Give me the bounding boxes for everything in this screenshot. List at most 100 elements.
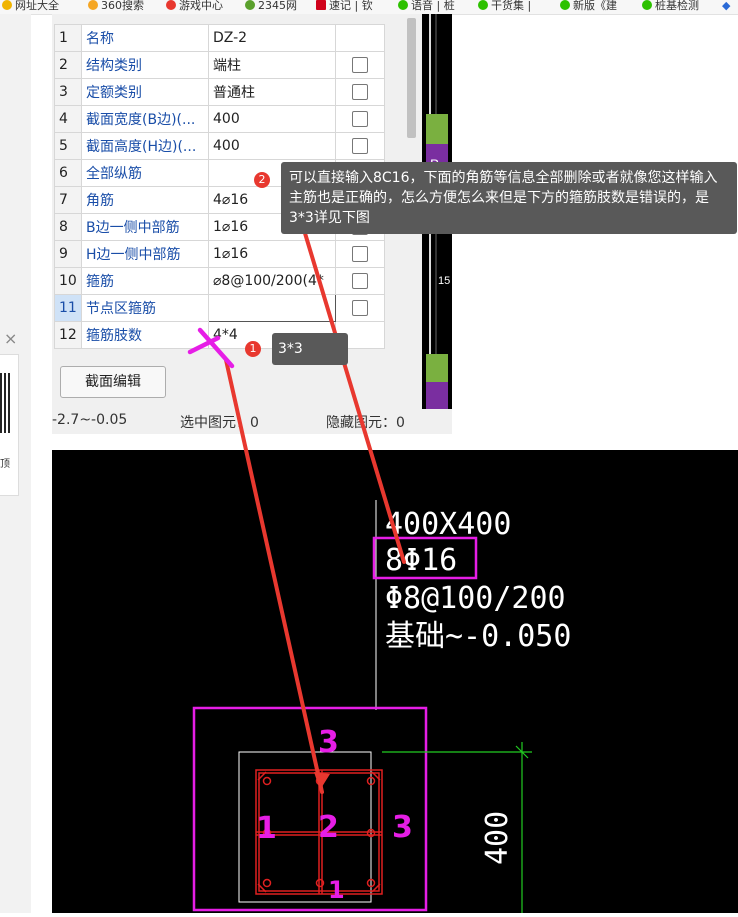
site-2345-icon [245,0,255,10]
bookmark-2345[interactable]: 2345网 [245,0,297,14]
row-number: 12 [54,321,82,349]
property-value[interactable]: 普通柱 [208,78,336,106]
property-name: 箍筋肢数 [81,321,209,349]
property-name: 结构类别 [81,51,209,79]
bookmarks-bar: 网址大全 360搜索 游戏中心 2345网 速记 | 钦 语音 | 桩 干货集 … [0,0,738,15]
row-number: 11 [54,294,82,322]
property-name: B边一侧中部筋 [81,213,209,241]
property-name: 名称 [81,24,209,52]
left-side-panel: × 顶 [0,14,31,913]
web-nav-icon [2,0,12,10]
status-elevation-range: -2.7~-0.05 [52,412,128,428]
property-value[interactable]: DZ-2 [208,24,336,52]
game-icon [166,0,176,10]
qr-code-card: 顶 [0,354,19,496]
property-value[interactable]: 400 [208,105,336,133]
hand-mark-2-center: 2 [318,810,339,845]
property-attach-cell [335,105,385,133]
property-name: 角筋 [81,186,209,214]
search-360-icon [88,0,98,10]
annotation-tooltip-2: 可以直接输入8C16，下面的角筋等信息全部删除或者就像您这样输入主筋也是正确的，… [281,162,737,234]
bookmark-dry-goods[interactable]: 干货集 | [478,0,531,14]
strip-purple-block-bottom [426,382,448,409]
bookmark-overflow-icon[interactable]: ◆ [722,0,730,14]
bookmark-note[interactable]: 速记 | 钦 [316,0,373,14]
property-attach-cell [335,78,385,106]
note-icon [316,0,326,10]
row-number: 3 [54,78,82,106]
property-attach-cell [335,240,385,268]
column-section-drawing: 400X400 8Φ16 Φ8@100/200 基础~-0.050 400 3 … [192,500,571,913]
property-row[interactable]: 4 截面宽度(B边)(... 400 [54,105,385,133]
stirrup-label: Φ8@100/200 [385,581,566,616]
strip-label-15: 15 [438,275,450,287]
property-value[interactable]: ⌀8@100/200(4* [208,267,336,295]
hand-mark-1-bottom: 1 [328,876,345,904]
property-value[interactable]: 1⌀16 [208,240,336,268]
annotation-badge-1: 1 [245,341,261,357]
property-attach-cell [335,24,385,52]
annotation-badge-2: 2 [254,172,270,188]
section-highlight-box [192,706,428,912]
attach-checkbox[interactable] [352,57,368,73]
property-name: 截面宽度(B边)(... [81,105,209,133]
bookmark-360-search[interactable]: 360搜索 [88,0,144,14]
row-number: 9 [54,240,82,268]
main-rebar-label: 8Φ16 [385,543,457,578]
attach-checkbox[interactable] [352,300,368,316]
property-row[interactable]: 10 箍筋 ⌀8@100/200(4* [54,267,385,295]
property-row[interactable]: 11 节点区箍筋 [54,294,385,322]
elevation-label: 基础~-0.050 [385,619,571,654]
property-row[interactable]: 5 截面高度(H边)(... 400 [54,132,385,160]
property-name: 截面高度(H边)(... [81,132,209,160]
property-value[interactable]: 端柱 [208,51,336,79]
property-attach-cell [335,294,385,322]
attach-checkbox[interactable] [352,111,368,127]
bookmark-new-edition[interactable]: 新版《建 [560,0,617,14]
status-hidden-count: 隐藏图元：0 [326,415,405,431]
property-attach-cell [335,132,385,160]
rebar-dot [262,776,272,786]
row-number: 4 [54,105,82,133]
hand-mark-3-top: 3 [318,725,339,760]
wechat-icon [398,0,408,10]
property-row[interactable]: 9 H边一侧中部筋 1⌀16 [54,240,385,268]
hand-mark-3-right: 3 [392,810,413,845]
property-attach-cell [335,267,385,295]
bookmark-web-nav[interactable]: 网址大全 [2,0,59,14]
cad-drawing-area: 400X400 8Φ16 Φ8@100/200 基础~-0.050 400 3 … [52,450,738,913]
property-name: H边一侧中部筋 [81,240,209,268]
dimension-400-label: 400 [480,811,515,865]
property-row[interactable]: 1 名称 DZ-2 [54,24,385,52]
bookmark-pile-test[interactable]: 桩基检测 [642,0,699,14]
wechat-icon [478,0,488,10]
property-name: 箍筋 [81,267,209,295]
annotation-tooltip-1: 3*3 [272,333,348,365]
scrollbar-thumb[interactable] [407,18,416,138]
property-name: 定额类别 [81,78,209,106]
close-icon[interactable]: × [4,329,17,348]
row-number: 5 [54,132,82,160]
attach-checkbox[interactable] [352,273,368,289]
attach-checkbox[interactable] [352,246,368,262]
wechat-icon [560,0,570,10]
status-selected-count: 选中图元：0 [180,415,259,431]
attach-checkbox[interactable] [352,138,368,154]
property-value[interactable]: 400 [208,132,336,160]
bookmark-voice[interactable]: 语音 | 桩 [398,0,455,14]
row-number: 2 [54,51,82,79]
section-edit-button[interactable]: 截面编辑 [60,366,166,398]
row-number: 8 [54,213,82,241]
row-number: 6 [54,159,82,187]
hand-mark-1-left: 1 [256,811,277,846]
strip-green-block [426,114,448,144]
property-name: 节点区箍筋 [81,294,209,322]
property-name: 全部纵筋 [81,159,209,187]
row-number: 1 [54,24,82,52]
attach-checkbox[interactable] [352,84,368,100]
rebar-dot [262,878,272,888]
property-row[interactable]: 2 结构类别 端柱 [54,51,385,79]
bookmark-game-center[interactable]: 游戏中心 [166,0,223,14]
property-row[interactable]: 3 定额类别 普通柱 [54,78,385,106]
property-value[interactable] [208,294,336,322]
